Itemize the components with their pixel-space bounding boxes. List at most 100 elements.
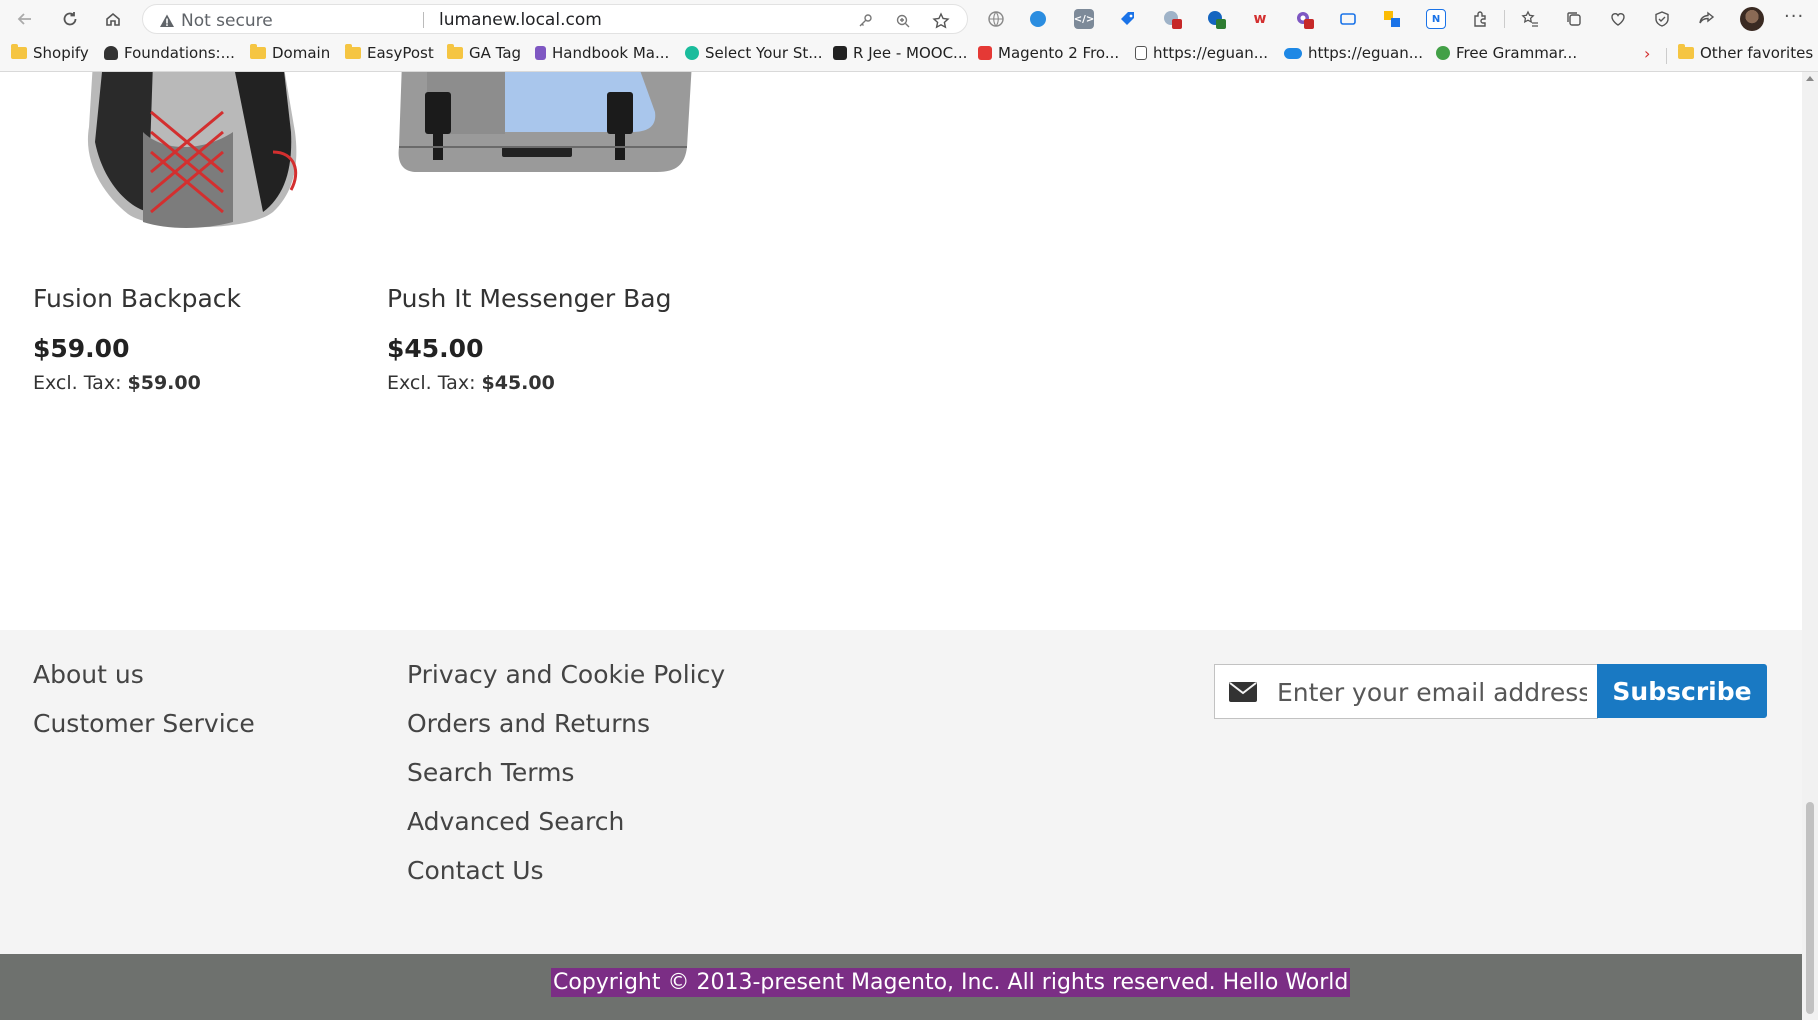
folder-icon <box>345 44 361 59</box>
messenger-bag-product-image[interactable] <box>387 72 707 252</box>
bookmark-label: https://eguan... <box>1308 44 1424 62</box>
bookmark-label: https://eguan... <box>1153 44 1269 62</box>
code-extension-icon[interactable]: </> <box>1074 9 1094 29</box>
favorite-star-icon[interactable] <box>931 11 951 31</box>
profile-avatar[interactable] <box>1740 7 1764 31</box>
footer-link-search-terms[interactable]: Search Terms <box>407 758 574 787</box>
bookmark-item[interactable]: R Jee - MOOC... <box>833 44 967 62</box>
bookmark-label: Free Grammar... <box>1456 44 1578 62</box>
bookmark-label: GA Tag <box>469 44 522 62</box>
security-indicator[interactable]: Not secure <box>159 11 273 31</box>
green-site-icon <box>685 46 699 60</box>
copyright-text: Copyright © 2013-present Magento, Inc. A… <box>551 968 1351 997</box>
footer-link-customer-service[interactable]: Customer Service <box>33 709 255 738</box>
footer-link-orders-returns[interactable]: Orders and Returns <box>407 709 650 738</box>
bookmark-item[interactable]: https://eguan... <box>1135 44 1268 62</box>
lock-site-icon <box>104 46 118 60</box>
backpack-product-image[interactable] <box>33 72 353 252</box>
home-icon <box>106 12 120 26</box>
newsletter-email-input[interactable] <box>1277 673 1587 711</box>
bookmarks-bar: Shopify Foundations:... Domain EasyPost … <box>0 40 1818 70</box>
footer-link-advanced-search[interactable]: Advanced Search <box>407 807 624 836</box>
key-icon[interactable] <box>855 11 875 31</box>
bookmark-item[interactable]: https://eguan... <box>1284 44 1423 62</box>
bookmark-label: Foundations:... <box>124 44 235 62</box>
browser-chrome: Not secure lumanew.local.com </> w N ···… <box>0 0 1818 72</box>
back-arrow-icon <box>17 13 31 25</box>
bookmark-item[interactable]: Handbook Ma... <box>535 44 669 62</box>
home-button[interactable] <box>100 7 126 31</box>
scroll-up-arrow-icon[interactable] <box>1806 76 1814 81</box>
colorful-extension-icon[interactable] <box>1382 9 1402 29</box>
blue-circle-extension-icon[interactable] <box>1030 11 1046 27</box>
tag-extension-icon[interactable] <box>1118 9 1138 29</box>
bookmark-label: Shopify <box>33 44 89 62</box>
favorites-list-icon[interactable] <box>1520 9 1540 29</box>
w-extension-icon[interactable]: w <box>1250 9 1270 29</box>
puzzle-extensions-icon[interactable] <box>1470 9 1490 29</box>
back-button[interactable] <box>12 7 38 31</box>
bookmark-item[interactable]: Domain <box>250 44 330 62</box>
product-tax: Excl. Tax: $45.00 <box>387 372 555 394</box>
folder-icon <box>250 44 266 59</box>
omnibox-divider <box>423 12 424 28</box>
warning-triangle-icon <box>160 14 174 27</box>
bookmark-item[interactable]: EasyPost <box>345 44 434 62</box>
bookmark-item[interactable]: Shopify <box>11 44 89 62</box>
mooc-site-icon <box>833 46 847 60</box>
badge-extension-2-icon[interactable] <box>1206 9 1226 29</box>
subscribe-button[interactable]: Subscribe <box>1597 664 1767 718</box>
product-name[interactable]: Fusion Backpack <box>33 284 241 313</box>
product-name[interactable]: Push It Messenger Bag <box>387 284 671 313</box>
collections-icon[interactable] <box>1564 9 1584 29</box>
share-icon[interactable] <box>1696 9 1716 29</box>
tax-value: $45.00 <box>481 372 555 394</box>
bookmark-label: Domain <box>272 44 331 62</box>
globe-extension-icon[interactable] <box>986 9 1006 29</box>
bookmarks-divider <box>1666 48 1667 64</box>
bookmark-item[interactable]: GA Tag <box>447 44 521 62</box>
reload-button[interactable] <box>57 7 83 31</box>
badge-extension-1-icon[interactable] <box>1162 9 1182 29</box>
footer-link-contact-us[interactable]: Contact Us <box>407 856 544 885</box>
product-price: $59.00 <box>33 334 130 363</box>
bookmark-item[interactable]: Select Your St... <box>685 44 823 62</box>
reload-icon <box>63 12 77 26</box>
bookmark-ribbon-icon <box>535 46 546 60</box>
copyright-bar: Copyright © 2013-present Magento, Inc. A… <box>0 954 1802 1020</box>
tax-label: Excl. Tax: <box>33 372 122 394</box>
bookmark-item[interactable]: Foundations:... <box>104 44 235 62</box>
bookmark-label: Select Your St... <box>705 44 823 62</box>
bookmark-label: Magento 2 Fro... <box>998 44 1120 62</box>
scrollbar-thumb[interactable] <box>1806 802 1814 1014</box>
address-bar[interactable]: Not secure lumanew.local.com <box>142 4 968 34</box>
page-scrollbar[interactable] <box>1802 72 1818 1020</box>
browser-toolbar: Not secure lumanew.local.com </> w N ··· <box>0 0 1818 38</box>
bookmark-item[interactable]: Free Grammar... <box>1436 44 1577 62</box>
url-text[interactable]: lumanew.local.com <box>439 10 602 30</box>
bookmarks-overflow-chevron-icon[interactable]: › <box>1644 44 1650 63</box>
email-field[interactable] <box>1214 664 1598 719</box>
tax-value: $59.00 <box>127 372 201 394</box>
page-icon <box>1135 46 1147 60</box>
security-label: Not secure <box>181 11 273 31</box>
zoom-icon[interactable] <box>893 11 913 31</box>
n-extension-icon[interactable]: N <box>1426 9 1446 29</box>
toolbar-divider <box>1504 10 1505 28</box>
shield-check-icon[interactable] <box>1652 9 1672 29</box>
heart-pulse-icon[interactable] <box>1608 9 1628 29</box>
window-extension-icon[interactable] <box>1338 9 1358 29</box>
product-price: $45.00 <box>387 334 484 363</box>
page-viewport: Fusion Backpack $59.00 Excl. Tax: $59.00… <box>0 72 1802 1020</box>
grammar-site-icon <box>1436 46 1450 60</box>
more-menu-icon[interactable]: ··· <box>1784 6 1804 27</box>
bookmark-label: Handbook Ma... <box>552 44 670 62</box>
product-tax: Excl. Tax: $59.00 <box>33 372 201 394</box>
other-favorites[interactable]: Other favorites <box>1678 44 1813 62</box>
footer-link-about-us[interactable]: About us <box>33 660 144 689</box>
folder-icon <box>11 44 27 59</box>
bookmark-item[interactable]: Magento 2 Fro... <box>978 44 1119 62</box>
gear-badge-extension-icon[interactable] <box>1294 9 1314 29</box>
footer-link-privacy-policy[interactable]: Privacy and Cookie Policy <box>407 660 725 689</box>
bookmark-label: R Jee - MOOC... <box>853 44 968 62</box>
